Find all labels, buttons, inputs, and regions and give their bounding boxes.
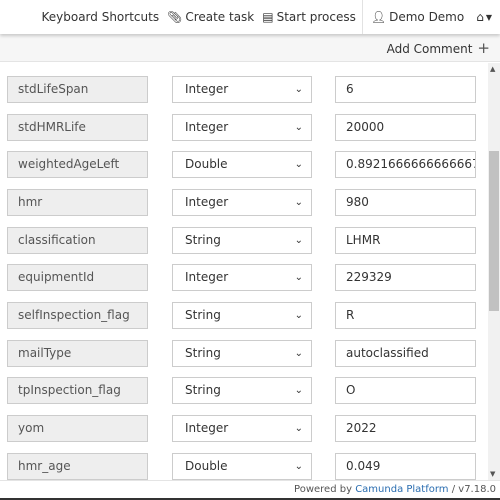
variable-name-field[interactable]: hmr_age — [7, 452, 148, 480]
variable-type-select[interactable]: String ⌄ — [172, 301, 312, 329]
variable-row: hmr Integer ⌄ 980 — [0, 188, 488, 216]
variable-row: mailType String ⌄ autoclassified — [0, 339, 488, 367]
variable-row: weightedAgeLeft Double ⌄ 0.89216666666666… — [0, 151, 488, 179]
chevron-down-icon: ⌄ — [294, 84, 303, 95]
variable-row: stdHMRLife Integer ⌄ 20000 — [0, 113, 488, 141]
list-icon: ▤ — [262, 10, 274, 24]
variable-row: hmr_age Double ⌄ 0.049 — [0, 452, 488, 480]
paperclip-icon: 📎︎ — [167, 10, 183, 24]
variable-name-field[interactable]: classification — [7, 226, 148, 254]
chevron-down-icon: ⌄ — [294, 385, 303, 397]
chevron-down-icon: ⌄ — [294, 196, 303, 208]
keyboard-shortcuts-label: Keyboard Shortcuts — [41, 10, 160, 24]
variable-type-select[interactable]: String ⌄ — [172, 339, 312, 367]
variable-value-input[interactable]: 2022 — [335, 414, 476, 442]
variable-value-input[interactable]: 20000 — [335, 113, 476, 141]
chevron-down-icon: ⌄ — [294, 121, 303, 133]
variable-type-value: String — [185, 232, 221, 247]
chevron-down-icon: ⌄ — [294, 309, 303, 321]
variable-name-field[interactable]: selfInspection_flag — [7, 301, 148, 329]
variable-type-select[interactable]: String ⌄ — [172, 377, 312, 405]
add-comment-button[interactable]: Add Comment + — [387, 39, 490, 57]
variable-name-field[interactable]: equipmentId — [7, 264, 148, 292]
keyboard-shortcuts-link[interactable]: Keyboard Shortcuts — [41, 10, 159, 24]
variable-value-input[interactable]: LHMR — [335, 226, 476, 254]
variable-type-value: Double — [185, 458, 228, 473]
chevron-down-icon: ⌄ — [294, 422, 303, 434]
variable-name-field[interactable]: hmr — [7, 188, 148, 216]
create-task-label: Create task — [185, 10, 255, 24]
variable-value-input[interactable]: 229329 — [335, 264, 476, 292]
variable-type-value: Double — [185, 157, 228, 172]
powered-by-text: Powered by — [294, 484, 356, 495]
variable-row: yom Integer ⌄ 2022 — [0, 414, 488, 442]
variable-value-input[interactable]: 6 — [335, 76, 476, 103]
variable-type-select[interactable]: Integer ⌄ — [172, 113, 312, 141]
variable-type-value: String — [185, 383, 221, 398]
footer: Powered by Camunda Platform / v7.18.0 — [0, 480, 500, 498]
variable-row: tpInspection_flag String ⌄ O — [0, 377, 488, 405]
variable-value-input[interactable]: R — [335, 301, 476, 329]
scroll-down-arrow-icon[interactable]: ▼ — [490, 470, 495, 478]
variable-row: stdLifeSpan Integer ⌄ 6 — [0, 76, 488, 103]
scrollbar[interactable]: ▲ ▼ — [488, 63, 500, 480]
variable-value-input[interactable]: O — [335, 377, 476, 405]
variable-value-input[interactable]: 0.8921666666666667 — [335, 151, 476, 179]
chevron-down-icon: ⌄ — [294, 272, 303, 284]
variables-form: stdLifeSpan Integer ⌄ 6 stdHMRLife Integer… — [0, 63, 488, 480]
variable-type-value: Integer — [185, 82, 229, 96]
variable-type-value: Integer — [185, 194, 229, 209]
chevron-down-icon: ⌄ — [294, 347, 303, 359]
version-text: / v7.18.0 — [448, 484, 496, 495]
home-menu[interactable]: ⌂ ▼ — [476, 10, 492, 24]
variable-type-select[interactable]: String ⌄ — [172, 226, 312, 254]
scroll-up-arrow-icon[interactable]: ▲ — [490, 65, 495, 73]
top-navbar: Keyboard Shortcuts 📎︎ Create task ▤ Start … — [0, 0, 500, 34]
variable-type-value: Integer — [185, 420, 229, 435]
variable-type-select[interactable]: Double ⌄ — [172, 452, 312, 480]
create-task-link[interactable]: 📎︎ Create task — [167, 10, 254, 24]
task-subheader: Add Comment + — [0, 34, 500, 62]
variable-type-select[interactable]: Integer ⌄ — [172, 188, 312, 216]
home-icon: ⌂ — [476, 10, 484, 24]
start-process-label: Start process — [276, 10, 356, 24]
variable-name-field[interactable]: mailType — [7, 339, 148, 367]
variable-value-input[interactable]: autoclassified — [335, 339, 476, 367]
variable-name-field[interactable]: stdLifeSpan — [7, 76, 148, 103]
variable-name-field[interactable]: stdHMRLife — [7, 113, 148, 141]
user-menu[interactable]: 👤︎ Demo Demo — [371, 10, 464, 24]
start-process-link[interactable]: ▤ Start process — [262, 10, 356, 24]
variable-type-select[interactable]: Integer ⌄ — [172, 414, 312, 442]
chevron-down-icon: ⌄ — [294, 159, 303, 171]
variable-row: selfInspection_flag String ⌄ R — [0, 301, 488, 329]
variable-type-value: String — [185, 307, 221, 322]
variable-value-input[interactable]: 980 — [335, 188, 476, 216]
variable-type-value: String — [185, 345, 221, 360]
variable-row: equipmentId Integer ⌄ 229329 — [0, 264, 488, 292]
variable-type-value: Integer — [185, 270, 229, 285]
variable-row: classification String ⌄ LHMR — [0, 226, 488, 254]
camunda-link[interactable]: Camunda Platform — [355, 484, 448, 495]
chevron-down-icon: ⌄ — [294, 234, 303, 246]
user-name: Demo Demo — [389, 10, 465, 24]
variable-name-field[interactable]: yom — [7, 414, 148, 442]
variable-type-select[interactable]: Integer ⌄ — [172, 264, 312, 292]
variable-type-select[interactable]: Double ⌄ — [172, 151, 312, 179]
variable-name-field[interactable]: weightedAgeLeft — [7, 151, 148, 179]
plus-icon: + — [477, 38, 490, 57]
variable-type-select[interactable]: Integer ⌄ — [172, 76, 312, 103]
variable-type-value: Integer — [185, 119, 229, 134]
variable-value-input[interactable]: 0.049 — [335, 452, 476, 480]
chevron-down-icon: ⌄ — [294, 460, 303, 472]
user-icon: 👤︎ — [370, 10, 387, 24]
add-comment-label: Add Comment — [386, 41, 473, 56]
variable-name-field[interactable]: tpInspection_flag — [7, 377, 148, 405]
caret-down-icon: ▼ — [485, 12, 492, 22]
divider — [361, 0, 363, 34]
scrollbar-thumb[interactable] — [489, 151, 499, 311]
